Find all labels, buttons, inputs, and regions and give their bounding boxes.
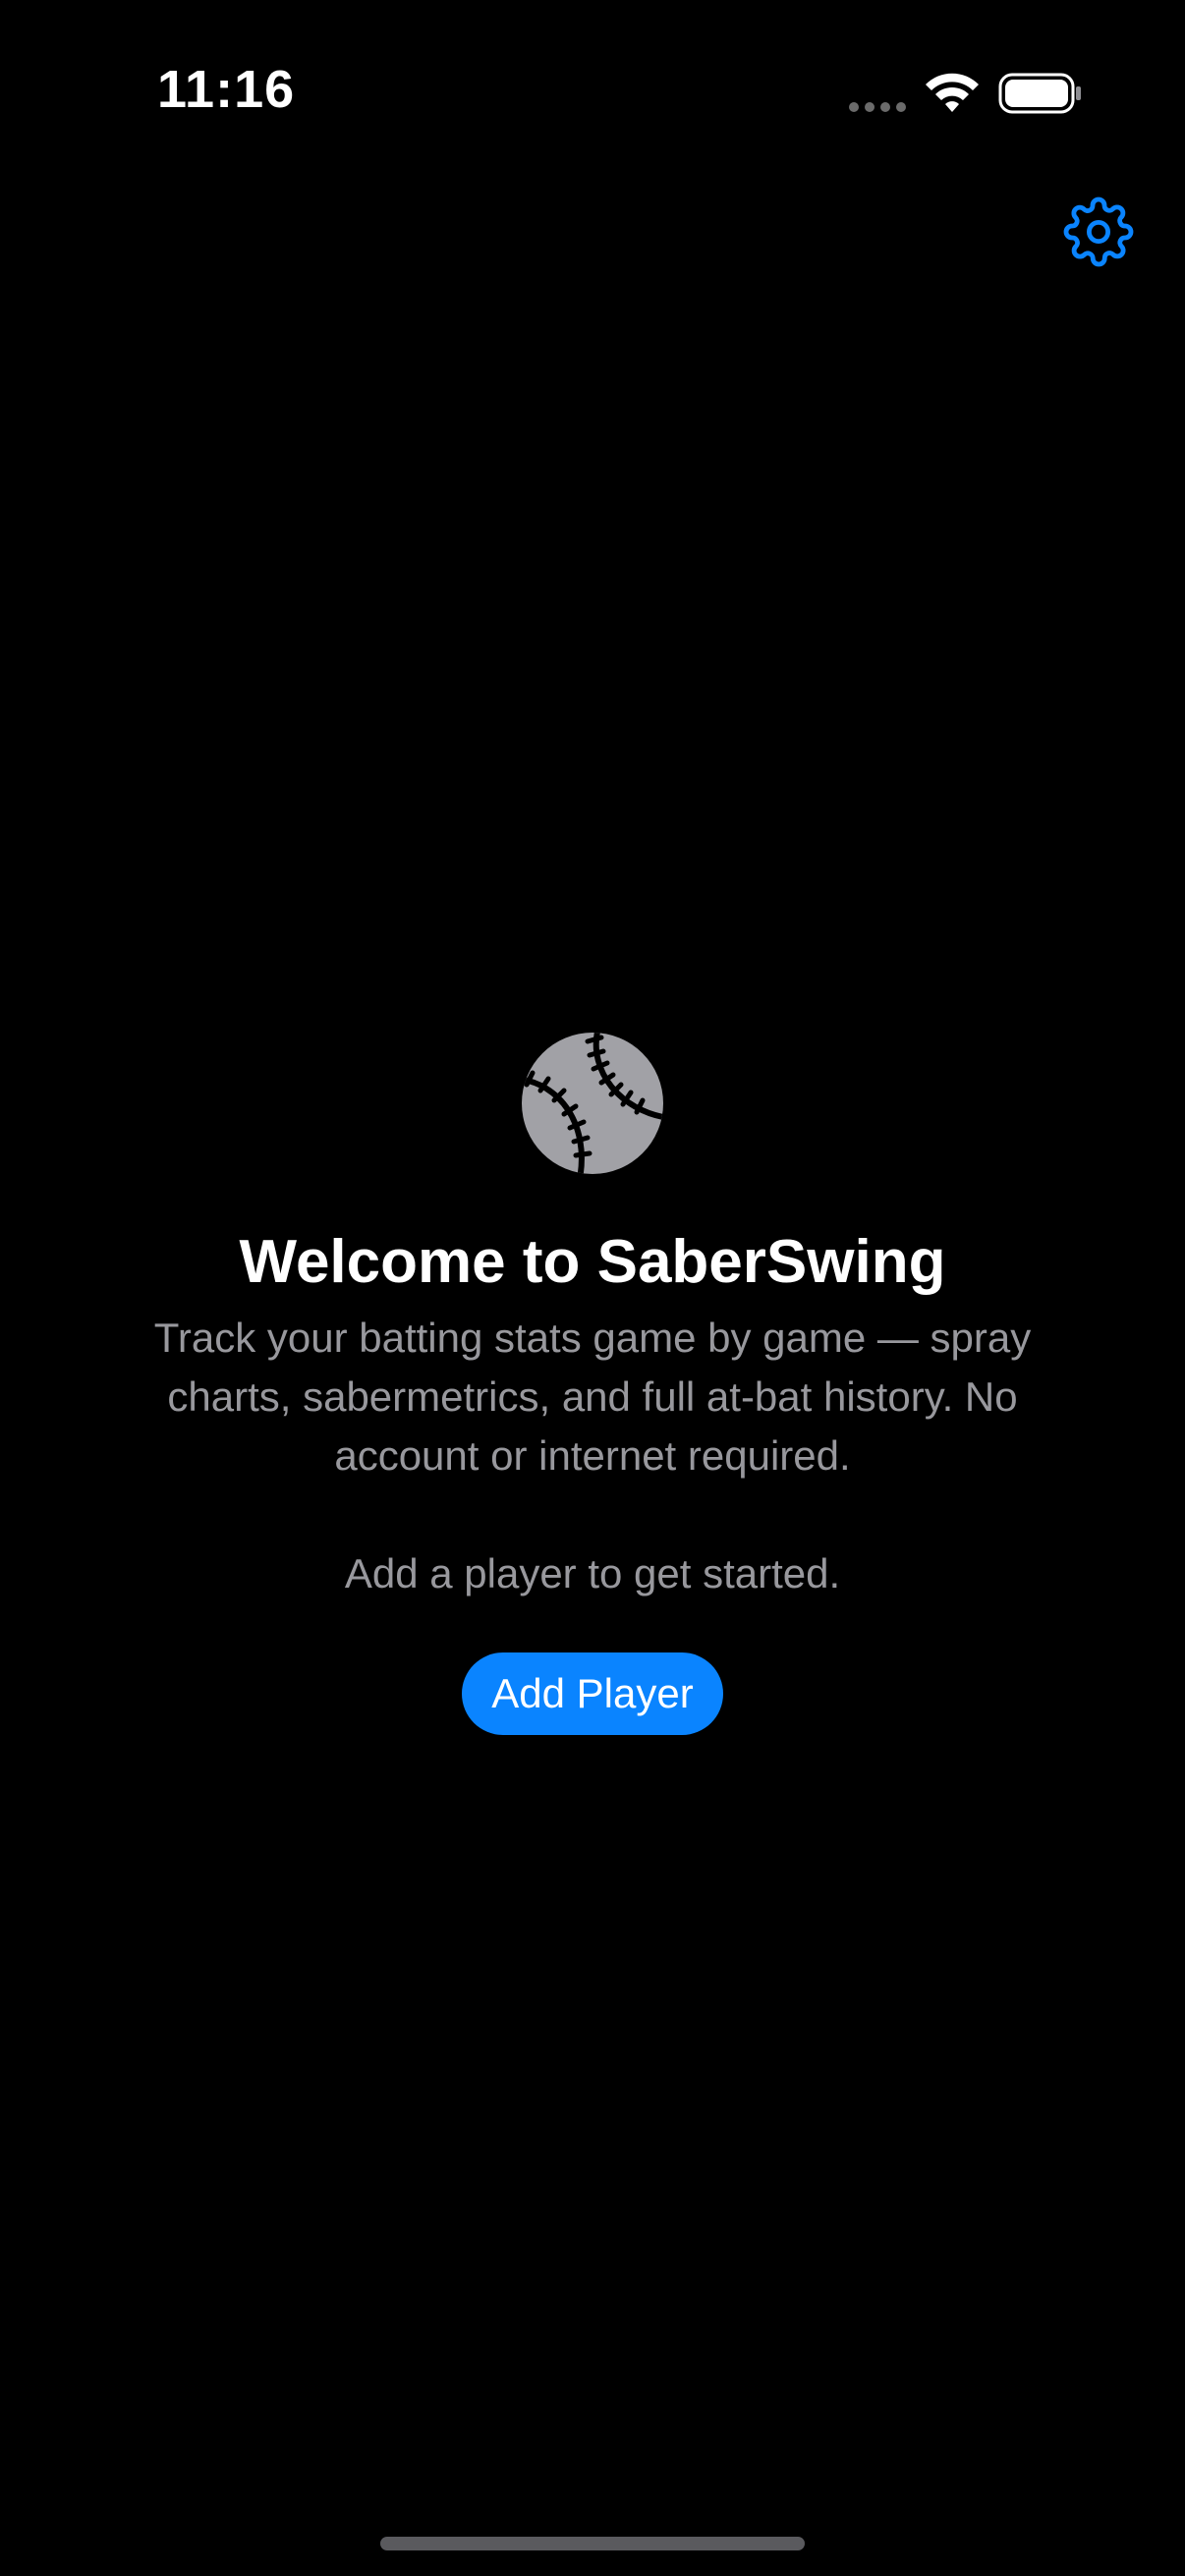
get-started-text: Add a player to get started. — [344, 1550, 841, 1597]
baseball-icon — [522, 1033, 663, 1174]
settings-button[interactable] — [1061, 195, 1136, 269]
home-indicator — [380, 2537, 805, 2550]
status-bar: 11:16 — [0, 0, 1185, 187]
status-time: 11:16 — [157, 60, 296, 119]
gear-icon — [1063, 196, 1134, 267]
cellular-signal-icon — [849, 102, 906, 112]
empty-state: Welcome to SaberSwing Track your batting… — [0, 1032, 1185, 1736]
battery-icon — [998, 73, 1081, 114]
wifi-icon — [926, 73, 979, 112]
add-player-button[interactable]: Add Player — [462, 1652, 723, 1736]
welcome-title: Welcome to SaberSwing — [239, 1228, 946, 1296]
welcome-description: Track your batting stats game by game — … — [153, 1315, 1032, 1480]
